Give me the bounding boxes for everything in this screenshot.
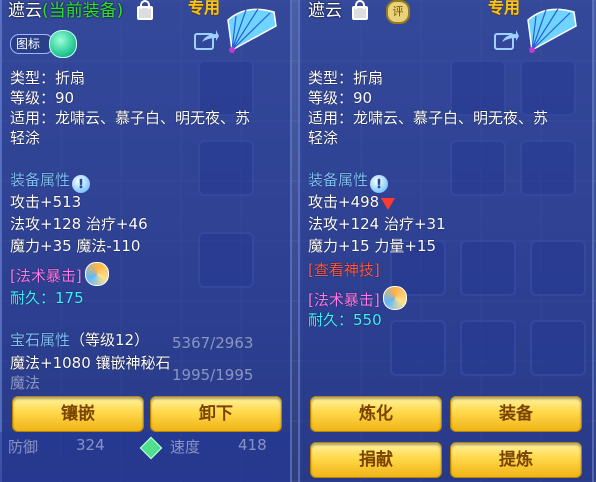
share-icon[interactable] — [494, 28, 520, 50]
refine-button[interactable]: 炼化 — [310, 396, 442, 432]
skill-label: [法术暴击] — [308, 291, 380, 309]
gem-attr-title-text: 宝石属性 — [10, 331, 71, 349]
type-line: 类型：折扇 — [10, 69, 86, 87]
icon-toggle-label: 图标 — [10, 34, 54, 54]
speed-label: 速度 — [170, 438, 201, 456]
speed-value: 418 — [238, 436, 267, 454]
equip-button[interactable]: 装备 — [450, 396, 582, 432]
info-icon[interactable]: ! — [72, 175, 91, 193]
unequip-button[interactable]: 卸下 — [150, 396, 282, 432]
skill-line[interactable]: [法术暴击] — [308, 286, 407, 310]
item-title: 遮云(当前装备) — [8, 0, 123, 21]
equip-attr-title-text: 装备属性 — [308, 171, 369, 189]
fan-item-icon — [227, 8, 277, 53]
exclusive-tag: 专用 — [188, 0, 221, 17]
stat-line-text: 攻击+498 — [308, 193, 380, 211]
rating-badge-icon[interactable]: 评 — [386, 0, 410, 24]
type-line: 类型：折扇 — [308, 69, 384, 87]
item-title: 遮云 — [308, 1, 342, 21]
skill-label: [法术暴击] — [10, 267, 82, 285]
equipped-label: (当前装备) — [42, 1, 124, 21]
view-divine-skill-link[interactable]: [查看神技] — [308, 260, 380, 280]
donate-button[interactable]: 捐献 — [310, 442, 442, 478]
equipped-item-tooltip: 遮云(当前装备) 专用 图标 类型：折扇 等级：90 适用：龙啸云、慕子白、明无… — [0, 0, 292, 482]
exclusive-tag: 专用 — [488, 0, 521, 17]
lock-icon[interactable] — [137, 0, 153, 20]
defense-value: 324 — [76, 436, 105, 454]
defense-label: 防御 — [8, 438, 39, 456]
stat-line: 法攻+128 治疗+46 — [10, 215, 148, 233]
stat-line: 魔力+15 力量+15 — [308, 237, 437, 255]
magic-label-behind: 魔法 — [10, 374, 41, 392]
share-icon[interactable] — [194, 28, 220, 50]
inventory-item-tooltip: 遮云 评 专用 类型：折扇 等级：90 适用：龙啸云、慕子白、明无夜、苏 轻涂 … — [298, 0, 594, 482]
equip-attr-title: 装备属性! — [10, 170, 91, 193]
item-name: 遮云 — [8, 1, 42, 21]
equip-attr-title-text: 装备属性 — [10, 171, 71, 189]
stat-line: 攻击+498 — [308, 192, 396, 212]
extract-button[interactable]: 提炼 — [450, 442, 582, 478]
info-icon[interactable]: ! — [370, 175, 389, 193]
fan-item-icon — [527, 8, 577, 53]
applies-line: 适用：龙啸云、慕子白、明无夜、苏 — [10, 109, 251, 127]
icon-toggle[interactable] — [49, 30, 77, 58]
skill-line[interactable]: [法术暴击] — [10, 262, 109, 286]
level-line: 等级：90 — [10, 89, 75, 107]
gem-level: （等级12） — [70, 331, 150, 349]
inlay-button[interactable]: 镶嵌 — [12, 396, 144, 432]
applies-line-cont: 轻涂 — [308, 129, 339, 147]
swirl-skill-icon — [382, 286, 407, 310]
down-arrow-icon — [381, 198, 396, 210]
level-line: 等级：90 — [308, 89, 373, 107]
hp-value-behind: 5367/2963 — [172, 334, 254, 352]
gem-attr-title: 宝石属性（等级12） — [10, 330, 149, 350]
stat-line: 魔力+35 魔法-110 — [10, 237, 141, 255]
durability-line: 耐久：175 — [10, 289, 84, 307]
stat-line: 攻击+513 — [10, 193, 82, 211]
stat-line: 法攻+124 治疗+31 — [308, 215, 446, 233]
mp-value-behind: 1995/1995 — [172, 366, 254, 384]
durability-line: 耐久：550 — [308, 311, 382, 329]
applies-line: 适用：龙啸云、慕子白、明无夜、苏 — [308, 109, 549, 127]
equip-attr-title: 装备属性! — [308, 170, 389, 193]
lock-icon[interactable] — [352, 0, 368, 20]
gem-stat-line: 魔法+1080 镶嵌神秘石 — [10, 354, 171, 372]
swirl-skill-icon — [84, 262, 109, 286]
applies-line-cont: 轻涂 — [10, 129, 41, 147]
